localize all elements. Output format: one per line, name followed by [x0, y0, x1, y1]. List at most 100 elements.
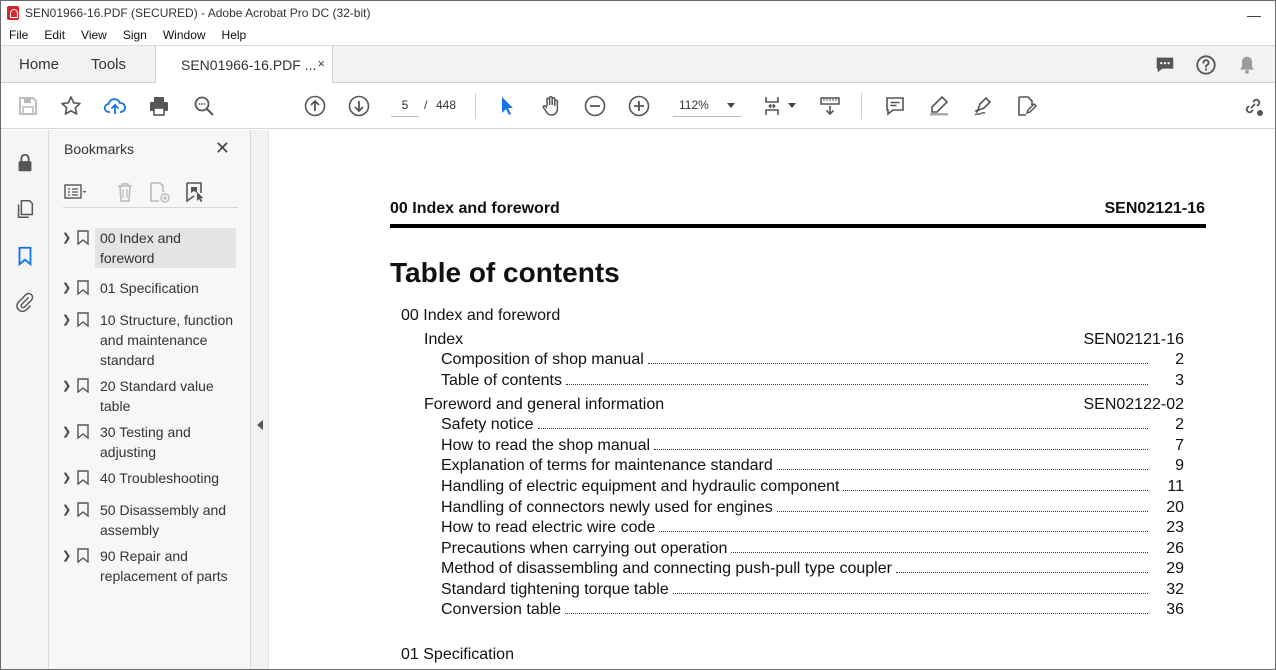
bookmark-icon: [77, 230, 89, 245]
toc-row[interactable]: Foreword and general information SEN02122…: [424, 396, 1184, 414]
bookmark-item-disassembly[interactable]: ❯ 50 Disassembly and assembly: [49, 498, 251, 542]
print-icon[interactable]: [147, 94, 171, 118]
toc-row[interactable]: Handling of electric equipment and hydra…: [441, 478, 1184, 496]
zoom-level-select[interactable]: 112%: [673, 93, 741, 117]
toc-entry-text: Safety notice: [441, 416, 534, 433]
menu-view[interactable]: View: [73, 28, 115, 42]
bookmark-icon: [77, 470, 89, 485]
bookmark-item-specification[interactable]: ❯ 01 Specification: [49, 276, 251, 300]
new-bookmark-icon[interactable]: [147, 180, 171, 204]
attachment-paperclip-icon[interactable]: [14, 291, 36, 313]
bookmark-item-troubleshooting[interactable]: ❯ 40 Troubleshooting: [49, 466, 251, 490]
bookmark-item-testing[interactable]: ❯ 30 Testing and adjusting: [49, 420, 251, 464]
toc-row[interactable]: Table of contents 3: [441, 372, 1184, 390]
toc-row[interactable]: 00 Index and foreword: [401, 307, 560, 325]
chevron-down-icon[interactable]: [788, 103, 796, 108]
toc-row[interactable]: Standard tightening torque table 32: [441, 581, 1184, 599]
minimize-button[interactable]: —: [1247, 7, 1261, 23]
options-menu-icon[interactable]: [63, 180, 87, 204]
toc-row[interactable]: Composition of shop manual 2: [441, 351, 1184, 369]
toc-entry-text: Conversion table: [441, 601, 562, 618]
chevron-right-icon[interactable]: ❯: [62, 313, 72, 326]
menu-help[interactable]: Help: [214, 28, 255, 42]
tab-document[interactable]: SEN01966-16.PDF ... ×: [155, 46, 333, 84]
toc-leader-dots: [776, 500, 1148, 512]
chevron-right-icon[interactable]: ❯: [62, 503, 72, 516]
toc-row[interactable]: Conversion table 36: [441, 601, 1184, 619]
notifications-bell-icon[interactable]: [1236, 54, 1258, 76]
zoom-in-icon[interactable]: [627, 94, 651, 118]
delete-bookmark-icon[interactable]: [113, 180, 137, 204]
toc-row[interactable]: Safety notice 2: [441, 416, 1184, 434]
window-title: SEN01966-16.PDF (SECURED) - Adobe Acroba…: [25, 6, 371, 20]
toc-entry-ref: 9: [1175, 457, 1184, 474]
highlight-pen-icon[interactable]: [927, 94, 951, 118]
bookmark-item-repair[interactable]: ❯ 90 Repair and replacement of parts: [49, 544, 251, 588]
toc-row[interactable]: How to read electric wire code 23: [441, 519, 1184, 537]
previous-page-icon[interactable]: [303, 94, 327, 118]
toc-row[interactable]: Index SEN02121-16: [424, 331, 1184, 349]
chevron-right-icon[interactable]: ❯: [62, 379, 72, 392]
chevron-right-icon[interactable]: ❯: [62, 549, 72, 562]
tab-document-label: SEN01966-16.PDF ...: [181, 57, 317, 73]
comment-icon[interactable]: [883, 94, 907, 118]
toc-row[interactable]: Method of disassembling and connecting p…: [441, 560, 1184, 578]
toc-entry-ref: 7: [1175, 437, 1184, 454]
toc-entry-text: Handling of electric equipment and hydra…: [441, 478, 840, 495]
scroll-mode-icon[interactable]: [818, 94, 842, 118]
bookmark-label: 90 Repair and replacement of parts: [100, 548, 228, 584]
page-thumbnails-icon[interactable]: [14, 198, 36, 220]
toc-row[interactable]: Handling of connectors newly used for en…: [441, 499, 1184, 517]
page-title: Table of contents: [390, 257, 620, 288]
bookmark-from-selection-icon[interactable]: [183, 180, 207, 204]
main-toolbar: 5 / 448 112%: [1, 83, 1275, 129]
toc-leader-dots: [843, 479, 1148, 491]
star-bookmark-icon[interactable]: [59, 94, 83, 118]
bookmarks-panel-title: Bookmarks: [64, 141, 135, 157]
menu-window[interactable]: Window: [155, 28, 214, 42]
hand-tool-icon[interactable]: [539, 94, 563, 118]
tab-home[interactable]: Home: [19, 46, 59, 83]
toc-entry-ref: 2: [1175, 416, 1184, 433]
next-page-icon[interactable]: [347, 94, 371, 118]
bookmark-item-standard-value[interactable]: ❯ 20 Standard value table: [49, 374, 251, 418]
bookmark-panel-icon[interactable]: [14, 245, 36, 267]
toc-entry-ref: SEN02121-16: [1083, 331, 1184, 348]
chevron-right-icon[interactable]: ❯: [62, 471, 72, 484]
menu-file[interactable]: File: [1, 28, 36, 42]
page-fit-icon[interactable]: [761, 94, 785, 118]
toc-leader-dots: [731, 541, 1148, 553]
panel-collapse-handle[interactable]: [251, 130, 269, 669]
bookmark-label: 01 Specification: [100, 280, 199, 296]
zoom-out-icon[interactable]: [583, 94, 607, 118]
search-zoom-icon[interactable]: [192, 94, 216, 118]
help-icon[interactable]: [1195, 54, 1217, 76]
toc-row[interactable]: 01 Specification: [401, 646, 514, 664]
draw-pen-icon[interactable]: [971, 94, 995, 118]
bookmark-label: 20 Standard value table: [100, 378, 214, 414]
edit-pdf-icon[interactable]: [1014, 94, 1038, 118]
bookmark-item-structure[interactable]: ❯ 10 Structure, function and maintenance…: [49, 308, 251, 372]
share-link-icon[interactable]: [1241, 94, 1265, 118]
chevron-right-icon[interactable]: ❯: [62, 231, 72, 244]
bookmark-item-index-foreword[interactable]: ❯ 00 Index and foreword: [49, 226, 251, 270]
chevron-right-icon[interactable]: ❯: [62, 425, 72, 438]
toc-entry-text: Standard tightening torque table: [441, 581, 669, 598]
document-view[interactable]: 00 Index and foreword SEN02121-16 Table …: [269, 130, 1275, 669]
tab-close-button[interactable]: ×: [317, 56, 325, 71]
page-header-doc-code: SEN02121-16: [1104, 200, 1205, 217]
chevron-right-icon[interactable]: ❯: [62, 281, 72, 294]
save-icon[interactable]: [16, 94, 40, 118]
page-number-input[interactable]: 5: [391, 93, 419, 117]
tab-tools[interactable]: Tools: [91, 46, 126, 83]
cloud-upload-icon[interactable]: [103, 94, 127, 118]
toc-row[interactable]: Explanation of terms for maintenance sta…: [441, 457, 1184, 475]
menu-sign[interactable]: Sign: [115, 28, 155, 42]
select-cursor-icon[interactable]: [495, 94, 519, 118]
menu-edit[interactable]: Edit: [36, 28, 73, 42]
comment-bubble-icon[interactable]: [1154, 54, 1176, 76]
lock-icon[interactable]: [14, 152, 36, 174]
toc-row[interactable]: How to read the shop manual 7: [441, 437, 1184, 455]
close-panel-button[interactable]: ✕: [215, 138, 230, 159]
toc-row[interactable]: Precautions when carrying out operation 2…: [441, 540, 1184, 558]
